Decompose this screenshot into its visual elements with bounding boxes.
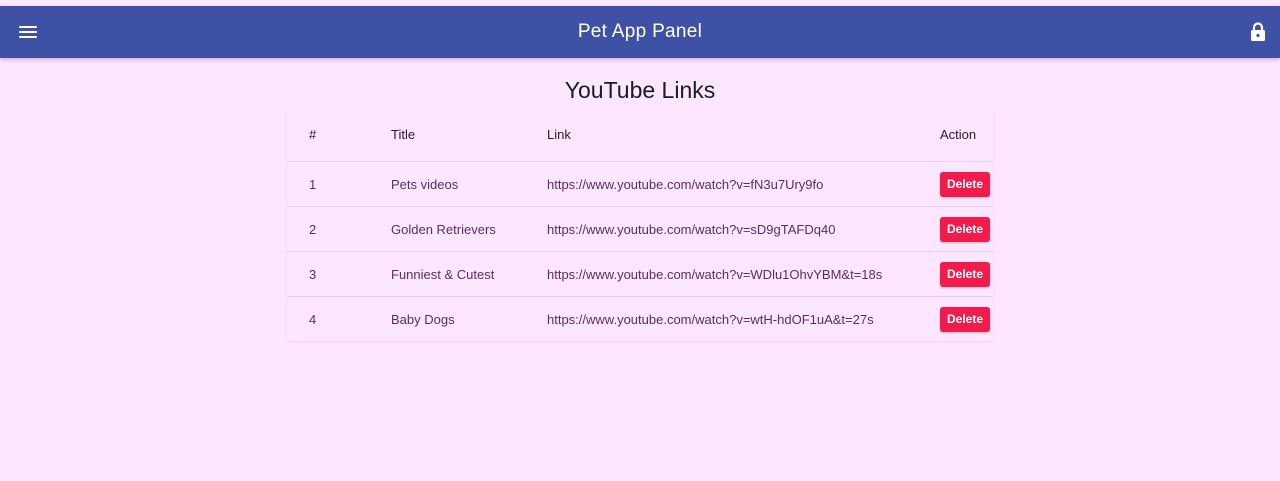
delete-button[interactable]: Delete — [940, 216, 991, 242]
page-title: YouTube Links — [564, 77, 716, 103]
row-action-cell: Delete — [940, 206, 993, 252]
menu-icon — [19, 26, 37, 38]
links-table: # Title Link Action 1 Pets videos https:… — [287, 108, 993, 341]
column-header-number: # — [287, 108, 391, 162]
delete-button[interactable]: Delete — [940, 306, 991, 332]
app-title: Pet App Panel — [577, 21, 703, 42]
row-link: https://www.youtube.com/watch?v=WDlu1Ohv… — [547, 251, 940, 297]
lock-icon — [1251, 22, 1265, 41]
table-row: 1 Pets videos https://www.youtube.com/wa… — [287, 161, 993, 207]
row-action-cell: Delete — [940, 161, 993, 207]
links-table-card: # Title Link Action 1 Pets videos https:… — [287, 108, 993, 341]
row-link: https://www.youtube.com/watch?v=sD9gTAFD… — [547, 206, 940, 252]
table-header-row: # Title Link Action — [287, 108, 993, 162]
delete-button[interactable]: Delete — [940, 171, 991, 197]
column-header-action: Action — [940, 108, 993, 162]
row-number: 1 — [287, 161, 391, 207]
row-title: Funniest & Cutest — [391, 251, 547, 297]
app-bar: Pet App Panel — [0, 6, 1280, 58]
column-header-link: Link — [547, 108, 940, 162]
table-row: 4 Baby Dogs https://www.youtube.com/watc… — [287, 297, 993, 342]
menu-button[interactable] — [0, 6, 56, 58]
row-action-cell: Delete — [940, 297, 993, 342]
row-number: 3 — [287, 251, 391, 297]
row-action-cell: Delete — [940, 251, 993, 297]
row-link: https://www.youtube.com/watch?v=fN3u7Ury… — [547, 161, 940, 207]
delete-button[interactable]: Delete — [940, 261, 991, 287]
row-title: Pets videos — [391, 161, 547, 207]
column-header-title: Title — [391, 108, 547, 162]
row-title: Golden Retrievers — [391, 206, 547, 252]
table-row: 3 Funniest & Cutest https://www.youtube.… — [287, 251, 993, 297]
lock-button[interactable] — [1244, 18, 1272, 46]
row-title: Baby Dogs — [391, 311, 455, 327]
row-link: https://www.youtube.com/watch?v=wtH-hdOF… — [547, 311, 874, 327]
row-number: 4 — [309, 311, 317, 327]
row-number: 2 — [287, 206, 391, 252]
table-row: 2 Golden Retrievers https://www.youtube.… — [287, 206, 993, 252]
